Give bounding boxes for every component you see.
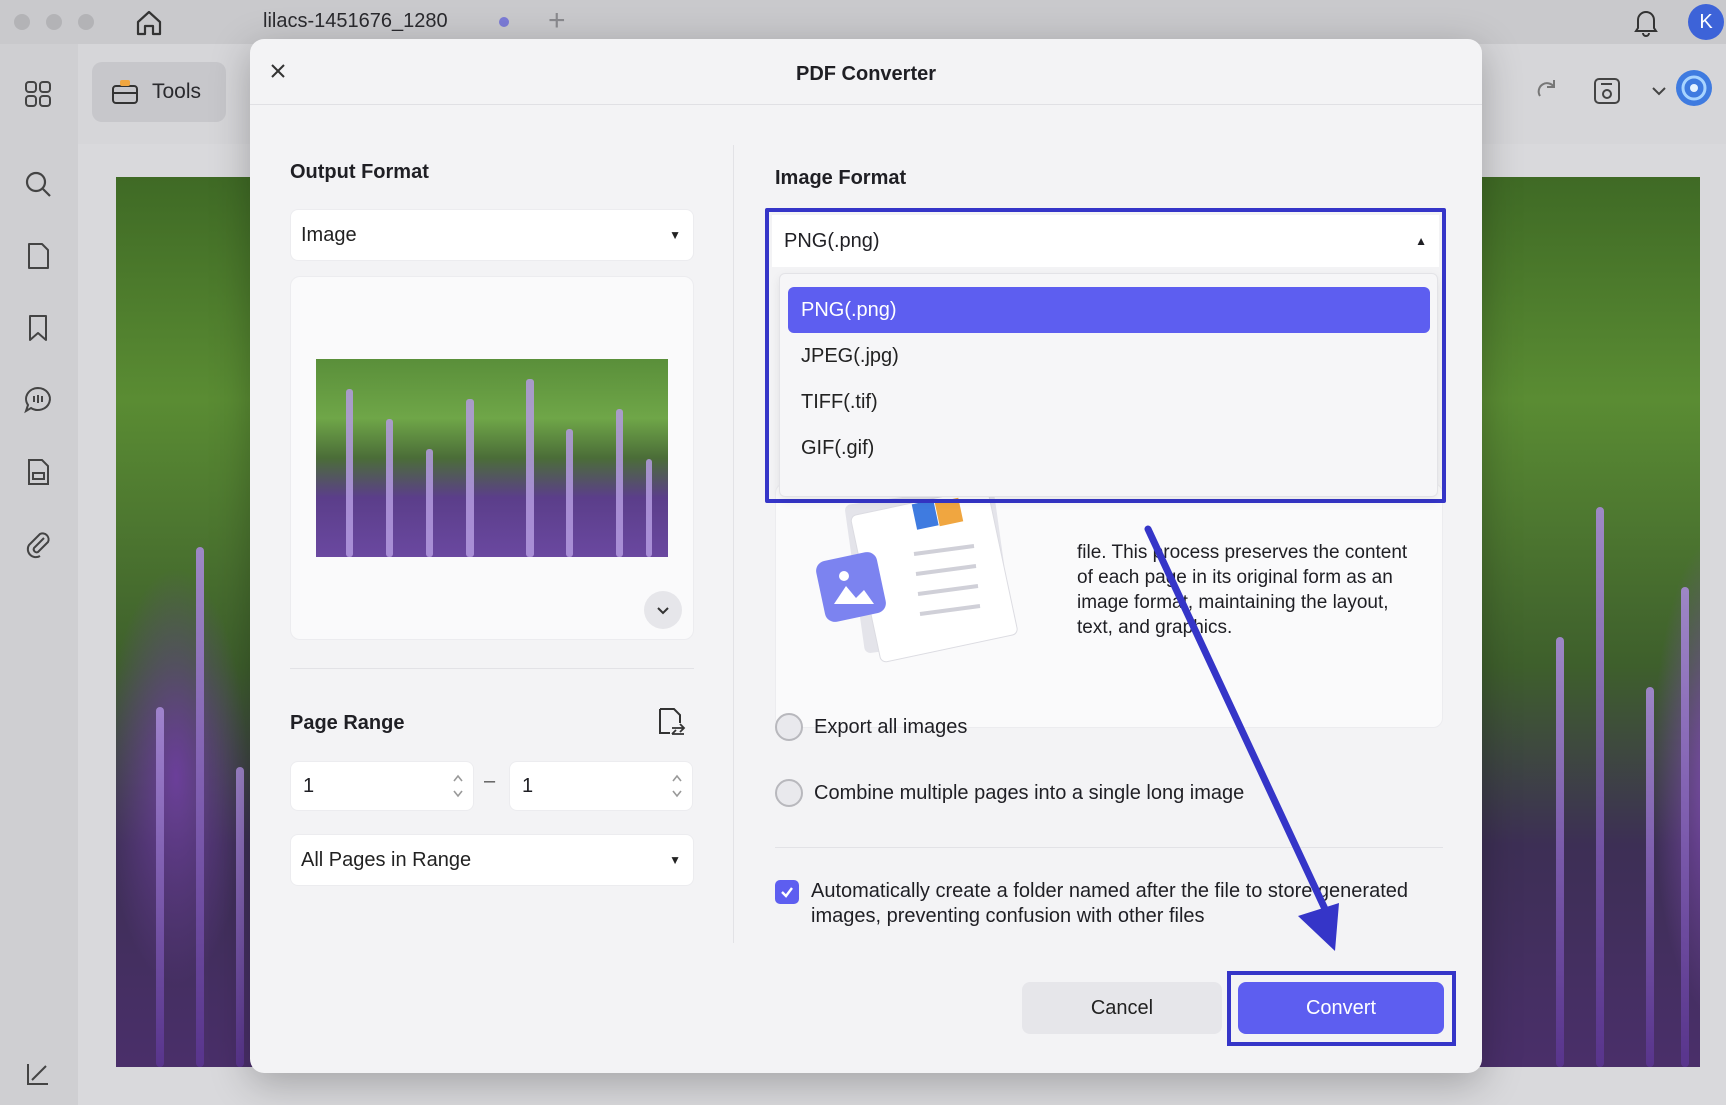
combine-pages-label: Combine multiple pages into a single lon… <box>814 782 1245 804</box>
page-to-value: 1 <box>522 774 534 797</box>
dropdown-caret-icon: ▼ <box>669 853 681 867</box>
dialog-header: PDF Converter <box>250 39 1482 105</box>
preview-expand-button[interactable] <box>644 591 682 629</box>
export-all-images-radio[interactable] <box>775 713 803 741</box>
window-zoom-control[interactable] <box>78 14 94 30</box>
window-minimize-control[interactable] <box>46 14 62 30</box>
home-icon[interactable] <box>133 7 165 39</box>
tools-label: Tools <box>152 80 202 103</box>
format-option-tiff[interactable]: TIFF(.tif) <box>788 379 1430 425</box>
stepper-arrows-icon[interactable] <box>670 770 684 802</box>
page-range-switch-icon[interactable] <box>654 705 688 739</box>
page-from-value: 1 <box>303 774 315 797</box>
search-icon[interactable] <box>22 168 54 200</box>
toolbox-icon <box>112 80 138 104</box>
stepper-arrows-icon[interactable] <box>451 770 465 802</box>
avatar[interactable]: K <box>1688 4 1724 40</box>
comment-icon[interactable] <box>22 384 54 416</box>
left-sidebar <box>0 44 78 1105</box>
cancel-button[interactable]: Cancel <box>1022 982 1222 1034</box>
window-close-control[interactable] <box>14 14 30 30</box>
auto-folder-checkbox[interactable] <box>775 880 799 904</box>
page-thumbnail <box>316 359 668 557</box>
dropdown-caret-icon: ▼ <box>669 228 681 242</box>
image-format-select[interactable]: PNG(.png) ▲ <box>772 215 1439 267</box>
chevron-down-icon[interactable] <box>1642 74 1676 108</box>
range-dash: – <box>484 770 496 792</box>
image-format-label: Image Format <box>775 167 907 189</box>
checkmark-icon <box>781 887 793 898</box>
export-all-images-label: Export all images <box>814 716 968 738</box>
format-option-gif[interactable]: GIF(.gif) <box>788 425 1430 471</box>
page-preview-card <box>290 276 694 640</box>
image-format-dropdown: PNG(.png) JPEG(.jpg) TIFF(.tif) GIF(.gif… <box>779 273 1438 497</box>
save-icon[interactable] <box>1590 74 1624 108</box>
form-icon[interactable] <box>22 456 54 488</box>
redo-icon[interactable] <box>1530 74 1564 108</box>
page-range-label: Page Range <box>290 712 405 734</box>
tools-button[interactable]: Tools <box>92 62 226 122</box>
format-option-jpeg[interactable]: JPEG(.jpg) <box>788 333 1430 379</box>
output-format-value: Image <box>301 223 357 246</box>
unsaved-indicator <box>499 17 509 27</box>
right-divider <box>775 847 1443 848</box>
pdf-converter-dialog: PDF Converter Output Format Image ▼ Page… <box>250 39 1482 1073</box>
grid-icon[interactable] <box>22 78 54 110</box>
page-subset-select[interactable]: All Pages in Range ▼ <box>290 834 694 886</box>
output-format-label: Output Format <box>290 161 429 183</box>
bell-icon[interactable] <box>1630 6 1662 38</box>
document-tab-title[interactable]: lilacs-1451676_1280 <box>263 10 448 33</box>
image-conversion-illustration <box>816 494 1018 663</box>
page-from-input[interactable]: 1 <box>290 761 474 811</box>
bookmark-icon[interactable] <box>22 312 54 344</box>
auto-folder-label: Automatically create a folder named afte… <box>811 880 1409 927</box>
attachment-icon[interactable] <box>22 528 54 560</box>
chevron-down-icon <box>657 607 669 615</box>
format-description: file. This process preserves the content… <box>1077 542 1408 638</box>
format-info-card: file. This process preserves the content… <box>775 483 1443 728</box>
image-format-value: PNG(.png) <box>784 229 880 252</box>
title-bar: lilacs-1451676_1280 + K <box>0 0 1726 44</box>
column-divider <box>733 145 734 943</box>
left-divider <box>290 668 694 669</box>
ai-assistant-icon[interactable] <box>1674 68 1714 108</box>
convert-button[interactable]: Convert <box>1238 982 1444 1034</box>
combine-pages-radio[interactable] <box>775 779 803 807</box>
layers-icon[interactable] <box>22 1058 54 1090</box>
page-subset-value: All Pages in Range <box>301 848 472 871</box>
page-to-input[interactable]: 1 <box>509 761 693 811</box>
new-tab-plus-icon[interactable]: + <box>548 4 566 38</box>
lilac-thumbnail-graphic <box>346 379 652 557</box>
dropdown-caret-up-icon: ▲ <box>1415 234 1427 248</box>
page-icon[interactable] <box>22 240 54 272</box>
format-option-png[interactable]: PNG(.png) <box>788 287 1430 333</box>
output-format-select[interactable]: Image ▼ <box>290 209 694 261</box>
dialog-title: PDF Converter <box>795 63 937 85</box>
